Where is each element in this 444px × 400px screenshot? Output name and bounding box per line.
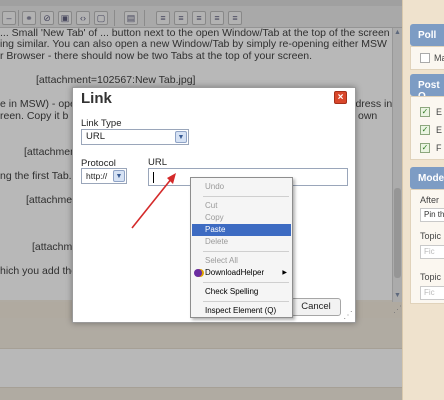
- chevron-down-icon: ▼: [113, 170, 125, 182]
- menu-item-inspect-element[interactable]: Inspect Element (Q): [192, 305, 291, 317]
- menu-item-select-all[interactable]: Select All: [192, 255, 291, 267]
- after-label: After: [420, 195, 440, 205]
- protocol-value: http://: [86, 171, 108, 181]
- menu-separator: [203, 282, 289, 283]
- menu-separator: [203, 196, 289, 197]
- cancel-button[interactable]: Cancel: [291, 298, 341, 316]
- poll-checkbox[interactable]: [420, 53, 430, 63]
- link-type-select[interactable]: URL ▼: [81, 129, 189, 145]
- post-option-checkbox[interactable]: ✓: [420, 143, 430, 153]
- menu-item-downloadhelper[interactable]: DownloadHelper ▶: [192, 267, 291, 279]
- menu-item-delete[interactable]: Delete: [192, 236, 291, 248]
- menu-item-undo[interactable]: Undo: [192, 181, 291, 193]
- text-caret: [153, 172, 154, 183]
- poll-item-label: Ma: [434, 53, 444, 63]
- post-option-label: E: [436, 125, 443, 135]
- context-menu: Undo Cut Copy Paste Delete Select All Do…: [190, 177, 293, 318]
- link-type-label: Link Type: [81, 118, 122, 129]
- topic-input[interactable]: Fic: [420, 245, 444, 259]
- link-type-value: URL: [86, 131, 106, 142]
- post-options-heading[interactable]: Post O: [410, 74, 444, 102]
- menu-separator: [203, 301, 289, 302]
- menu-item-check-spelling[interactable]: Check Spelling: [192, 286, 291, 298]
- close-icon[interactable]: ×: [334, 91, 347, 104]
- poll-heading[interactable]: Poll: [410, 24, 444, 46]
- submenu-arrow-icon: ▶: [282, 270, 287, 276]
- protocol-select[interactable]: http:// ▼: [81, 168, 127, 184]
- dialog-resize-icon[interactable]: ⋰: [343, 310, 353, 321]
- post-option-checkbox[interactable]: ✓: [420, 125, 430, 135]
- post-option-checkbox[interactable]: ✓: [420, 107, 430, 117]
- post-option-label: F: [436, 143, 442, 153]
- dialog-title: Link: [81, 90, 112, 107]
- post-option-label: E: [436, 107, 443, 117]
- downloadhelper-icon: [194, 269, 202, 277]
- moderation-heading[interactable]: Mode: [410, 167, 444, 189]
- topic-label: Topic: [420, 231, 442, 241]
- menu-item-paste[interactable]: Paste: [192, 224, 291, 236]
- menu-separator: [203, 251, 289, 252]
- menu-item-copy[interactable]: Copy: [192, 212, 291, 224]
- url-label: URL: [148, 157, 168, 168]
- chevron-down-icon: ▼: [175, 131, 187, 143]
- topic-label: Topic: [420, 272, 442, 282]
- menu-item-cut[interactable]: Cut: [192, 200, 291, 212]
- pin-select[interactable]: Pin th: [420, 208, 444, 222]
- menu-item-label: DownloadHelper: [205, 268, 265, 277]
- topic-input[interactable]: Fic: [420, 286, 444, 300]
